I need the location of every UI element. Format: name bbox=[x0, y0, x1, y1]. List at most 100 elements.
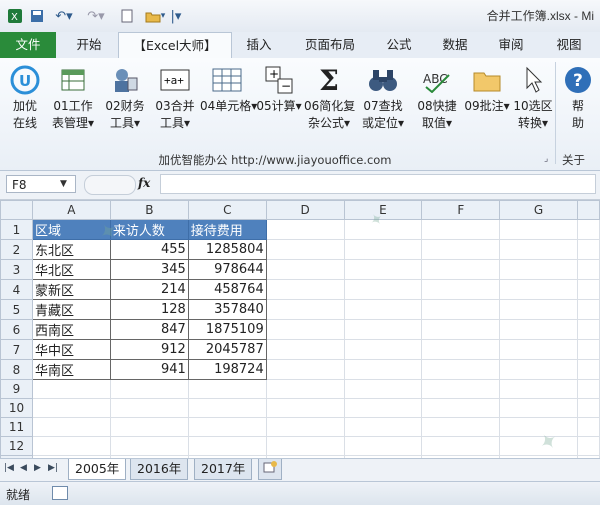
cell[interactable] bbox=[499, 259, 578, 280]
cell[interactable] bbox=[499, 339, 578, 360]
cell[interactable] bbox=[187, 379, 267, 399]
cell[interactable]: 华南区 bbox=[31, 359, 111, 380]
merge-tools-button[interactable]: +a+ 03合并 工具▾ bbox=[150, 62, 200, 148]
cell[interactable] bbox=[265, 299, 345, 320]
cell[interactable] bbox=[499, 279, 578, 300]
cell[interactable] bbox=[421, 279, 501, 300]
row-header[interactable]: 4 bbox=[0, 279, 33, 300]
cell[interactable] bbox=[343, 219, 423, 240]
cell[interactable] bbox=[109, 379, 189, 399]
cell[interactable] bbox=[265, 398, 345, 418]
insert-function-icon[interactable]: fx bbox=[138, 176, 150, 190]
cell[interactable]: 214 bbox=[109, 279, 189, 300]
cell[interactable] bbox=[576, 379, 600, 399]
cell[interactable] bbox=[343, 339, 423, 360]
row-header[interactable]: 7 bbox=[0, 339, 33, 360]
cell[interactable] bbox=[265, 417, 345, 437]
cell[interactable] bbox=[109, 398, 189, 418]
row-header[interactable]: 3 bbox=[0, 259, 33, 280]
row-header[interactable]: 12 bbox=[0, 436, 33, 456]
cell[interactable] bbox=[576, 339, 600, 360]
cell[interactable] bbox=[499, 299, 578, 320]
tab-formulas[interactable]: 公式 bbox=[376, 32, 422, 58]
cell-button[interactable]: 04单元格▾ bbox=[200, 62, 257, 148]
cell[interactable]: 978644 bbox=[187, 259, 267, 280]
cell[interactable] bbox=[421, 339, 501, 360]
prev-sheet-icon[interactable]: ◀ bbox=[20, 463, 27, 473]
first-sheet-icon[interactable]: |◀ bbox=[4, 463, 14, 473]
next-sheet-icon[interactable]: ▶ bbox=[34, 463, 41, 473]
cell[interactable] bbox=[576, 259, 600, 280]
sheet-manage-button[interactable]: 01工作 表管理▾ bbox=[48, 62, 98, 148]
cell[interactable] bbox=[31, 436, 111, 456]
cell[interactable] bbox=[576, 239, 600, 260]
save-icon[interactable] bbox=[28, 6, 46, 26]
cell[interactable] bbox=[265, 379, 345, 399]
sheet-tab[interactable]: 2016年 bbox=[130, 459, 189, 480]
cell[interactable] bbox=[187, 436, 267, 456]
select-all-corner[interactable] bbox=[0, 200, 33, 220]
cell[interactable] bbox=[109, 417, 189, 437]
finance-tools-button[interactable]: 02财务 工具▾ bbox=[100, 62, 150, 148]
cell[interactable] bbox=[265, 339, 345, 360]
name-box-dropdown-icon[interactable]: ▼ bbox=[60, 175, 67, 193]
cell[interactable]: 128 bbox=[109, 299, 189, 320]
find-locate-button[interactable]: 07查找 或定位▾ bbox=[358, 62, 408, 148]
cell[interactable] bbox=[499, 379, 578, 399]
cell[interactable] bbox=[576, 398, 600, 418]
cell[interactable]: 2045787 bbox=[187, 339, 267, 360]
cell[interactable] bbox=[421, 436, 501, 456]
cell[interactable] bbox=[343, 299, 423, 320]
column-header[interactable]: F bbox=[421, 200, 501, 220]
new-file-icon[interactable] bbox=[118, 6, 136, 26]
cell[interactable] bbox=[576, 299, 600, 320]
cell[interactable]: 接待费用 bbox=[187, 219, 267, 240]
cell[interactable]: 941 bbox=[109, 359, 189, 380]
row-header[interactable]: 11 bbox=[0, 417, 33, 437]
cell[interactable] bbox=[343, 319, 423, 340]
column-header[interactable]: B bbox=[109, 200, 189, 220]
help-button[interactable]: ? 帮 助 bbox=[558, 62, 598, 148]
cell[interactable] bbox=[421, 379, 501, 399]
cell[interactable] bbox=[421, 299, 501, 320]
row-header[interactable]: 5 bbox=[0, 299, 33, 320]
cell[interactable] bbox=[187, 398, 267, 418]
cell[interactable] bbox=[499, 219, 578, 240]
sheet-tab[interactable]: 2005年 bbox=[68, 459, 127, 480]
cell[interactable] bbox=[421, 259, 501, 280]
cell[interactable] bbox=[499, 398, 578, 418]
cell[interactable] bbox=[421, 219, 501, 240]
cell[interactable] bbox=[343, 239, 423, 260]
cell[interactable]: 区域 bbox=[31, 219, 111, 240]
tab-page-layout[interactable]: 页面布局 bbox=[294, 32, 366, 58]
row-header[interactable]: 2 bbox=[0, 239, 33, 260]
cell[interactable] bbox=[343, 259, 423, 280]
cell[interactable] bbox=[343, 417, 423, 437]
cell[interactable] bbox=[343, 359, 423, 380]
cell[interactable] bbox=[576, 359, 600, 380]
cell[interactable]: 来访人数 bbox=[109, 219, 189, 240]
cell[interactable] bbox=[31, 417, 111, 437]
cell[interactable]: 青藏区 bbox=[31, 299, 111, 320]
cell[interactable] bbox=[576, 417, 600, 437]
last-sheet-icon[interactable]: ▶| bbox=[48, 463, 58, 473]
cell[interactable] bbox=[109, 436, 189, 456]
cell[interactable]: 东北区 bbox=[31, 239, 111, 260]
cell[interactable] bbox=[499, 359, 578, 380]
cell[interactable] bbox=[265, 319, 345, 340]
row-header[interactable]: 8 bbox=[0, 359, 33, 380]
customize-toolbar-icon[interactable]: |▾ bbox=[170, 6, 182, 26]
tab-file[interactable]: 文件 bbox=[0, 32, 56, 58]
cell[interactable] bbox=[576, 319, 600, 340]
column-header[interactable]: A bbox=[31, 200, 111, 220]
sheet-tab[interactable]: 2017年 bbox=[194, 459, 253, 480]
cell[interactable]: 1875109 bbox=[187, 319, 267, 340]
row-header[interactable]: 10 bbox=[0, 398, 33, 418]
cell[interactable] bbox=[421, 398, 501, 418]
cell[interactable] bbox=[265, 259, 345, 280]
cell[interactable]: 455 bbox=[109, 239, 189, 260]
cell[interactable] bbox=[31, 379, 111, 399]
cell[interactable]: 847 bbox=[109, 319, 189, 340]
open-folder-icon[interactable]: ▾ bbox=[142, 6, 168, 26]
column-header[interactable]: E bbox=[343, 200, 423, 220]
